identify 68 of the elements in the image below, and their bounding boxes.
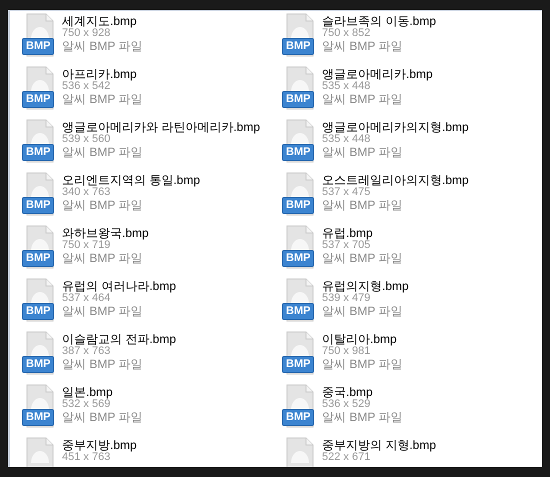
file-name: 중국.bmp — [322, 385, 374, 399]
file-type: 알씨 BMP 파일 — [322, 198, 404, 212]
image-dimensions: 537 x 705 — [322, 240, 370, 251]
file-name: 일본.bmp — [62, 385, 114, 399]
image-dimensions: 536 x 529 — [322, 399, 370, 410]
file-type-badge: BMP — [22, 38, 54, 55]
file-name: 앵글로아메리카와 라틴아메리카.bmp — [62, 120, 260, 134]
file-name: 오리엔트지역의 통일.bmp — [62, 173, 200, 187]
image-dimensions: 340 x 763 — [62, 187, 112, 198]
file-type: 알씨 BMP 파일 — [322, 304, 404, 318]
image-dimensions: 535 x 448 — [322, 134, 370, 145]
image-dimensions: 451 x 763 — [62, 452, 110, 463]
file-type-badge: BMP — [282, 250, 314, 267]
file-type-badge: BMP — [22, 197, 54, 214]
file-type: 알씨 BMP 파일 — [322, 410, 402, 424]
file-type: 알씨 BMP 파일 — [322, 92, 404, 106]
file-type: 알씨 BMP 파일 — [62, 357, 144, 371]
file-type-badge: BMP — [22, 250, 54, 267]
file-type: 알씨 BMP 파일 — [62, 145, 144, 159]
file-type: 알씨 BMP 파일 — [62, 410, 142, 424]
image-dimensions: 750 x 981 — [322, 346, 370, 357]
file-name: 와하브왕국.bmp — [62, 226, 149, 240]
file-type: 알씨 BMP 파일 — [322, 251, 402, 265]
image-dimensions: 532 x 569 — [62, 399, 110, 410]
file-type-badge: BMP — [22, 91, 54, 108]
image-dimensions: 535 x 448 — [322, 81, 370, 92]
file-type-badge: BMP — [282, 303, 314, 320]
image-dimensions: 539 x 560 — [62, 134, 112, 145]
image-dimensions: 750 x 719 — [62, 240, 110, 251]
file-type-badge: BMP — [282, 356, 314, 373]
file-type-badge: BMP — [282, 38, 314, 55]
image-dimensions: 387 x 763 — [62, 346, 112, 357]
file-type-badge: BMP — [282, 144, 314, 161]
file-name: 유럽.bmp — [322, 226, 374, 240]
file-type: 알씨 BMP 파일 — [62, 92, 142, 106]
file-type: 알씨 BMP 파일 — [322, 145, 404, 159]
file-name: 중부지방.bmp — [62, 438, 137, 452]
file-name: 아프리카.bmp — [62, 67, 138, 81]
image-dimensions: 539 x 479 — [322, 293, 370, 304]
file-name: 이탈리아.bmp — [322, 332, 398, 346]
file-type-badge: BMP — [282, 91, 314, 108]
file-name: 중부지방의 지형.bmp — [322, 438, 436, 452]
file-name: 앵글로아메리카.bmp — [322, 67, 433, 81]
file-name: 세계지도.bmp — [62, 14, 138, 28]
image-dimensions: 750 x 852 — [322, 28, 372, 39]
file-type: 알씨 BMP 파일 — [62, 304, 144, 318]
file-type-badge: BMP — [22, 144, 54, 161]
file-type-badge: BMP — [22, 303, 54, 320]
file-type: 알씨 BMP 파일 — [62, 251, 144, 265]
file-type: 알씨 BMP 파일 — [322, 39, 404, 53]
image-dimensions: 750 x 928 — [62, 28, 110, 39]
image-dimensions: 522 x 671 — [322, 452, 372, 463]
file-type-badge: BMP — [22, 409, 54, 426]
file-name: 유럽의 여러나라.bmp — [62, 279, 176, 293]
file-name: 오스트레일리아의지형.bmp — [322, 173, 469, 187]
file-name: 이슬람교의 전파.bmp — [62, 332, 176, 346]
file-name: 앵글로아메리카의지형.bmp — [322, 120, 469, 134]
file-type: 알씨 BMP 파일 — [62, 39, 142, 53]
image-dimensions: 537 x 464 — [62, 293, 110, 304]
file-type: 알씨 BMP 파일 — [62, 198, 144, 212]
file-type-badge: BMP — [22, 356, 54, 373]
file-name: 유럽의지형.bmp — [322, 279, 409, 293]
image-dimensions: 536 x 542 — [62, 81, 110, 92]
file-name: 슬라브족의 이동.bmp — [322, 14, 436, 28]
file-type-badge: BMP — [282, 409, 314, 426]
file-type-badge: BMP — [282, 197, 314, 214]
file-type: 알씨 BMP 파일 — [322, 357, 402, 371]
image-dimensions: 537 x 475 — [322, 187, 370, 198]
